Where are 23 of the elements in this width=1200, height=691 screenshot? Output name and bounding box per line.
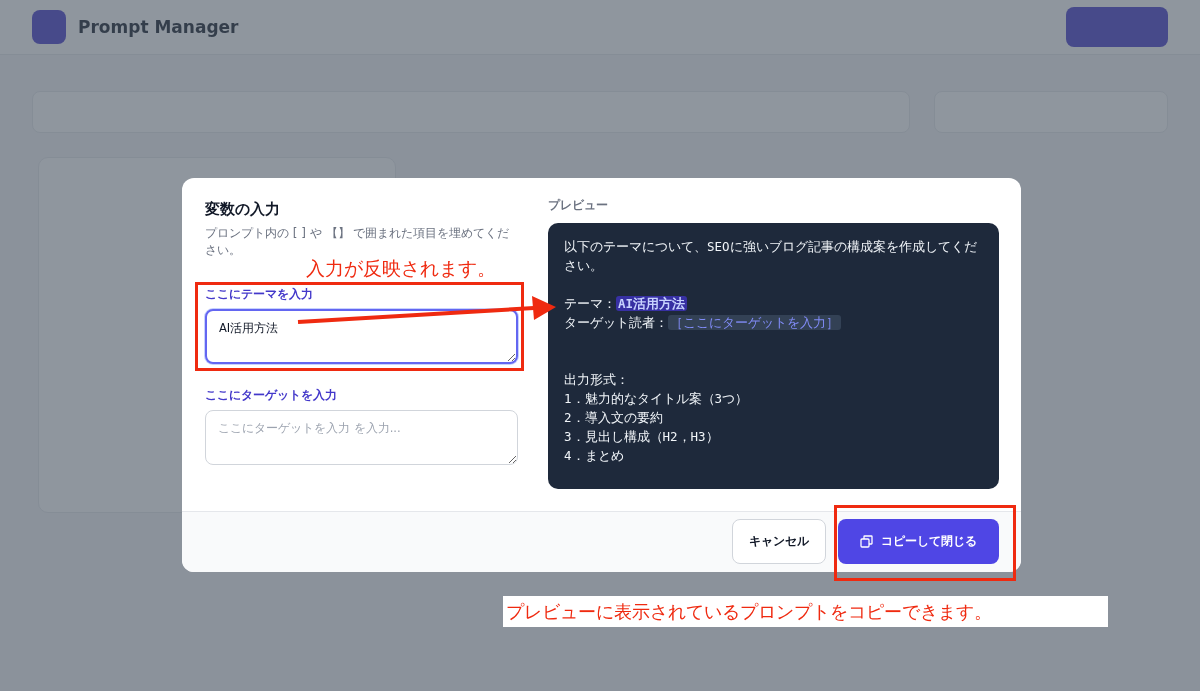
variable-input[interactable]: ここにターゲットを入力 を入力... — [205, 409, 518, 465]
logo-icon — [32, 10, 66, 44]
variable-label: ここにターゲットを入力 — [205, 387, 337, 403]
new-button[interactable] — [1066, 7, 1168, 47]
preview-line: 3．見出し構成（H2，H3） — [564, 428, 720, 446]
variable-label: ここにテーマを入力 — [205, 286, 313, 302]
preview-line: ターゲット読者： ［ここにターゲットを入力］ — [564, 314, 842, 332]
app-title: Prompt Manager — [78, 17, 239, 37]
preview-line: 2．導入文の要約 — [564, 409, 664, 427]
annotation-caption: プレビューに表示されているプロンプトをコピーできます。 — [503, 596, 1108, 627]
preview-line: 出力形式： — [564, 371, 630, 389]
preview-line: 4．まとめ — [564, 447, 625, 465]
annotation-text: 入力が反映されます。 — [306, 257, 496, 279]
preview-line: 1．魅力的なタイトル案（3つ） — [564, 390, 750, 408]
preview-line: テーマ： AI活用方法 — [564, 295, 689, 313]
dialog-description: プロンプト内の [ ] や 【】 で囲まれた項目を埋めてください。 — [205, 225, 511, 259]
copy-close-button[interactable]: コピーして閉じる — [838, 519, 999, 565]
preview-line: 以下のテーマについて、SEOに強いブログ記事の構成案を作成してください。 — [564, 238, 978, 275]
dialog-title: 変数の入力 — [205, 200, 281, 219]
variable-input[interactable]: AI活用方法 — [205, 308, 518, 364]
copy-icon — [860, 535, 873, 549]
cancel-button[interactable]: キャンセル — [732, 519, 826, 565]
preview-label: プレビュー — [548, 198, 609, 213]
